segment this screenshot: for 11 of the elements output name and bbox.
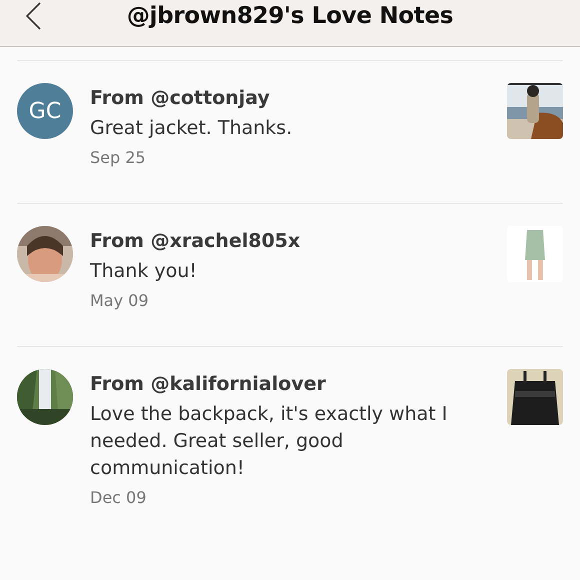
note-message: Thank you! <box>90 259 198 284</box>
sender-name: From @xrachel805x <box>90 229 302 254</box>
note-date: May 09 <box>90 291 150 310</box>
sender-name: From @cottonjay <box>90 86 271 111</box>
note-date: Dec 09 <box>90 488 148 507</box>
note-message: Great jacket. Thanks. <box>90 116 294 141</box>
sender-name: From @kalifornialover <box>90 372 327 397</box>
note-message: Love the backpack, it's exactly what I needed. Great seller, good communication! <box>90 402 448 481</box>
note-date: Sep 25 <box>90 148 147 167</box>
page-title: @jbrown829's Love Notes <box>126 3 454 29</box>
user-avatar: GC <box>17 83 73 139</box>
